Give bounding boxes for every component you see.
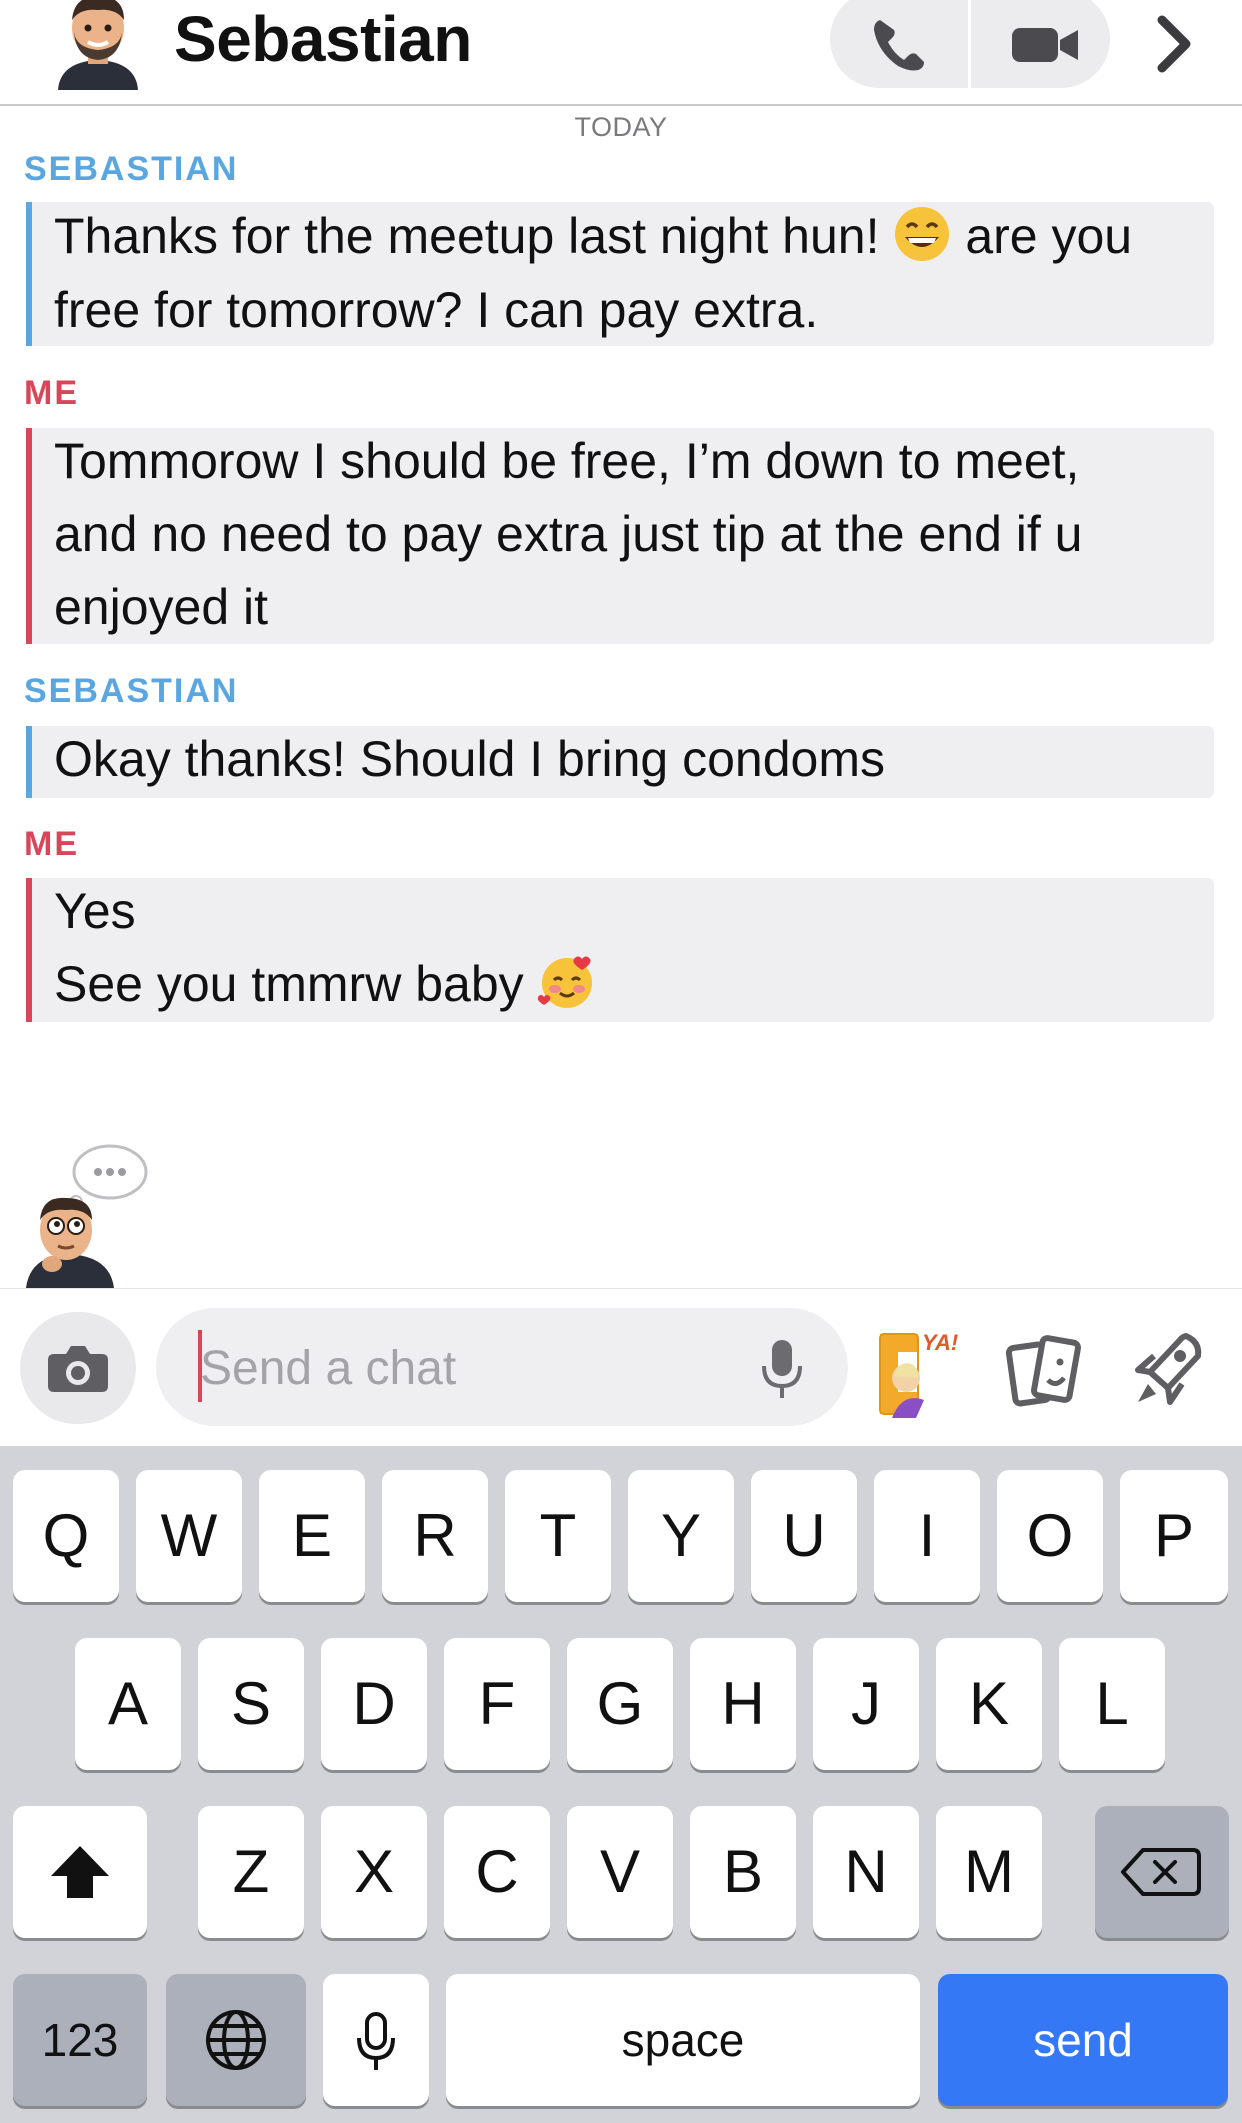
key-l[interactable]: L xyxy=(1059,1638,1165,1770)
camera-button[interactable] xyxy=(20,1312,136,1424)
sender-label-sebastian: SEBASTIAN xyxy=(24,672,239,710)
camera-icon xyxy=(48,1346,108,1392)
call-divider xyxy=(968,0,971,88)
numbers-key[interactable]: 123 xyxy=(13,1974,147,2106)
sender-color-bar xyxy=(26,726,32,798)
backspace-icon xyxy=(1121,1848,1201,1896)
key-d[interactable]: D xyxy=(321,1638,427,1770)
message-text: enjoyed it xyxy=(54,579,269,635)
key-e[interactable]: E xyxy=(259,1470,365,1602)
smiling-face-with-hearts-emoji-icon xyxy=(537,953,596,1011)
sender-color-bar xyxy=(26,202,32,346)
text-cursor xyxy=(198,1330,202,1402)
sender-label-me: ME xyxy=(24,825,79,863)
key-c[interactable]: C xyxy=(444,1806,550,1938)
key-z[interactable]: Z xyxy=(198,1806,304,1938)
dictation-key[interactable] xyxy=(323,1974,429,2106)
key-y[interactable]: Y xyxy=(628,1470,734,1602)
shift-key[interactable] xyxy=(13,1806,147,1938)
chevron-right-icon[interactable] xyxy=(1148,8,1202,80)
key-w[interactable]: W xyxy=(136,1470,242,1602)
key-x[interactable]: X xyxy=(321,1806,427,1938)
sender-color-bar xyxy=(26,878,32,1022)
message-text: Okay thanks! Should I bring condoms xyxy=(54,731,886,787)
key-i[interactable]: I xyxy=(874,1470,980,1602)
contact-name[interactable]: Sebastian xyxy=(174,2,472,76)
phone-icon[interactable] xyxy=(860,6,940,82)
key-q[interactable]: Q xyxy=(13,1470,119,1602)
key-p[interactable]: P xyxy=(1120,1470,1228,1602)
key-t[interactable]: T xyxy=(505,1470,611,1602)
key-v[interactable]: V xyxy=(567,1806,673,1938)
message-line: See you tmmrw baby xyxy=(54,948,596,1021)
delete-key[interactable] xyxy=(1095,1806,1229,1938)
key-a[interactable]: A xyxy=(75,1638,181,1770)
rocket-games-icon[interactable] xyxy=(1128,1326,1208,1416)
microphone-icon[interactable] xyxy=(758,1334,806,1404)
sender-color-bar xyxy=(26,428,32,644)
chat-input[interactable] xyxy=(200,1338,740,1398)
key-j[interactable]: J xyxy=(813,1638,919,1770)
date-separator: TODAY xyxy=(574,112,668,142)
sticker-text: YA! xyxy=(922,1330,959,1355)
key-f[interactable]: F xyxy=(444,1638,550,1770)
message-line: Thanks for the meetup last night hun! ar… xyxy=(54,200,1132,273)
sticker-cards-icon[interactable] xyxy=(1004,1330,1084,1414)
key-n[interactable]: N xyxy=(813,1806,919,1938)
key-u[interactable]: U xyxy=(751,1470,857,1602)
message-text: See you tmmrw baby xyxy=(54,956,524,1012)
sender-label-sebastian: SEBASTIAN xyxy=(24,150,239,188)
message-text: Thanks for the meetup last night hun! xyxy=(54,208,880,264)
key-r[interactable]: R xyxy=(382,1470,488,1602)
globe-icon xyxy=(206,2010,266,2070)
key-b[interactable]: B xyxy=(690,1806,796,1938)
space-key[interactable]: space xyxy=(446,1974,920,2106)
microphone-icon xyxy=(357,2012,395,2070)
key-o[interactable]: O xyxy=(997,1470,1103,1602)
send-key[interactable]: send xyxy=(938,1974,1228,2106)
key-m[interactable]: M xyxy=(936,1806,1042,1938)
shift-arrow-icon xyxy=(51,1846,109,1898)
message-text: free for tomorrow? I can pay extra. xyxy=(54,282,819,338)
message-text: are you xyxy=(965,208,1133,264)
message-text: and no need to pay extra just tip at the… xyxy=(54,506,1083,562)
video-camera-icon[interactable] xyxy=(1000,6,1090,82)
sender-label-me: ME xyxy=(24,374,79,412)
key-g[interactable]: G xyxy=(567,1638,673,1770)
key-s[interactable]: S xyxy=(198,1638,304,1770)
message-text: Yes xyxy=(54,883,136,939)
globe-key[interactable] xyxy=(166,1974,306,2106)
bitmoji-thinking-icon xyxy=(18,1140,158,1288)
message-text: Tommorow I should be free, I’m down to m… xyxy=(54,433,1080,489)
bitmoji-sticker-button[interactable]: YA! xyxy=(868,1324,972,1420)
grinning-face-emoji-icon xyxy=(893,205,951,263)
key-h[interactable]: H xyxy=(690,1638,796,1770)
key-k[interactable]: K xyxy=(936,1638,1042,1770)
bitmoji-avatar-icon[interactable] xyxy=(50,0,146,90)
